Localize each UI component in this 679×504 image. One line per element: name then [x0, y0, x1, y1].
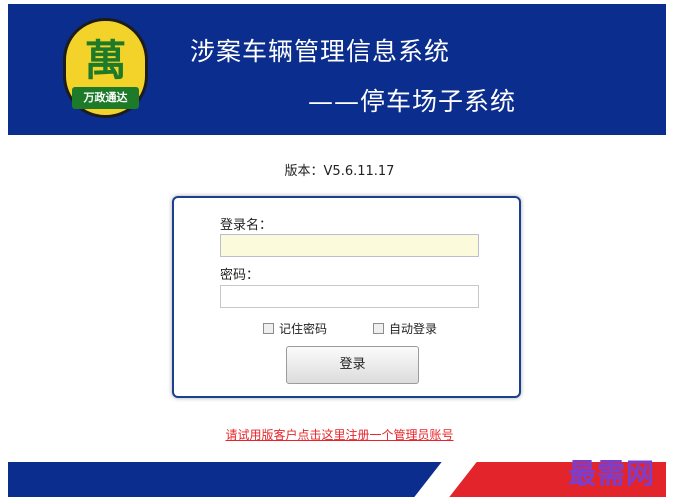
company-logo: 萬 万政通达 [63, 18, 148, 118]
remember-password-option[interactable]: 记住密码 [263, 320, 327, 337]
auto-login-label: 自动登录 [389, 322, 438, 336]
version-label: 版本：V5.6.11.17 [284, 164, 395, 179]
password-input[interactable] [220, 285, 479, 308]
remember-password-checkbox[interactable] [263, 323, 274, 334]
login-button[interactable]: 登录 [286, 346, 419, 384]
login-panel: 登录名： 密码： 记住密码 自动登录 登录 [172, 196, 521, 398]
username-label: 登录名： [220, 218, 273, 233]
header-banner: 萬 万政通达 涉案车辆管理信息系统 ——停车场子系统 [8, 4, 666, 135]
remember-password-label: 记住密码 [279, 322, 328, 336]
subsystem-title: ——停车场子系统 [308, 87, 517, 116]
system-title: 涉案车辆管理信息系统 [190, 37, 451, 66]
logo-band-text: 万政通达 [72, 87, 139, 109]
auto-login-checkbox[interactable] [373, 323, 384, 334]
watermark-text: 最需网 [568, 457, 656, 490]
trial-register-link[interactable]: 请试用版客户点击这里注册一个管理员账号 [0, 426, 679, 443]
logo-character: 萬 [84, 36, 127, 85]
username-input[interactable] [220, 234, 479, 257]
auto-login-option[interactable]: 自动登录 [373, 320, 437, 337]
password-label: 密码： [220, 268, 260, 283]
